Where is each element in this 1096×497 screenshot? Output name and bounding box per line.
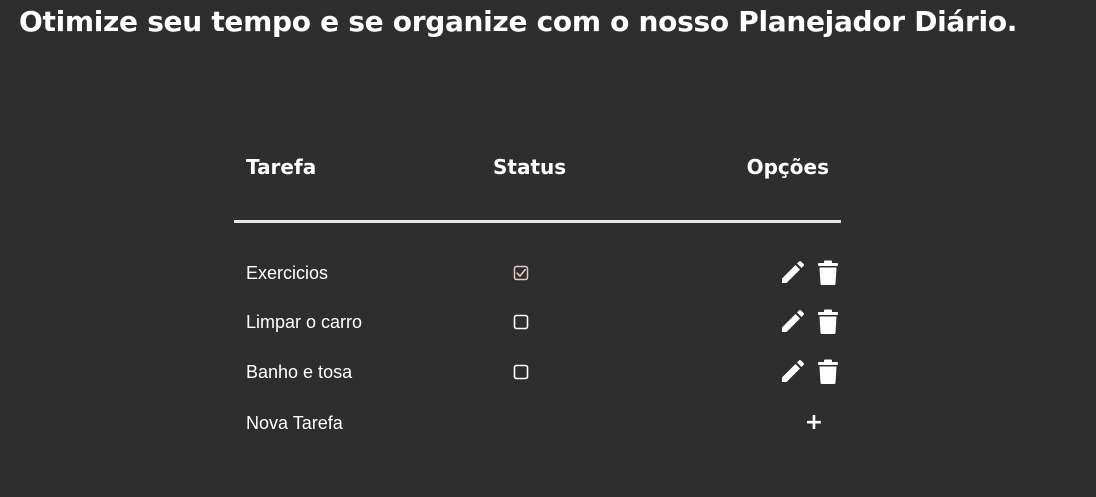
status-checkbox[interactable] bbox=[513, 364, 529, 380]
edit-button[interactable] bbox=[779, 309, 805, 335]
checkbox-checked-icon bbox=[513, 265, 529, 281]
new-task-label[interactable]: Nova Tarefa bbox=[246, 411, 343, 435]
task-row: Banho e tosa bbox=[234, 352, 841, 392]
checkbox-unchecked-icon bbox=[513, 364, 529, 380]
row-actions bbox=[779, 359, 841, 385]
task-name: Banho e tosa bbox=[246, 362, 353, 382]
trash-icon bbox=[818, 260, 838, 285]
new-task-row: Nova Tarefa + bbox=[234, 403, 841, 443]
page-title: Otimize seu tempo e se organize com o no… bbox=[19, 5, 1018, 38]
task-row: Exercicios bbox=[234, 253, 841, 293]
task-name: Exercicios bbox=[246, 263, 329, 283]
table-header: Tarefa Status Opções bbox=[234, 140, 841, 223]
header-task: Tarefa bbox=[246, 155, 317, 179]
task-planner: Tarefa Status Opções Exercicios Limpar o… bbox=[234, 140, 841, 435]
pencil-icon bbox=[782, 310, 804, 332]
task-name: Limpar o carro bbox=[246, 312, 363, 332]
add-task-button[interactable]: + bbox=[802, 409, 826, 437]
status-checkbox-checked[interactable] bbox=[513, 265, 529, 281]
header-options: Opções bbox=[746, 155, 829, 179]
row-actions bbox=[779, 260, 841, 286]
pencil-icon bbox=[782, 360, 804, 382]
delete-button[interactable] bbox=[817, 359, 839, 385]
delete-button[interactable] bbox=[817, 309, 839, 335]
row-actions bbox=[779, 309, 841, 335]
edit-button[interactable] bbox=[779, 359, 805, 385]
trash-icon bbox=[818, 359, 838, 384]
checkbox-unchecked-icon bbox=[513, 314, 529, 330]
header-status: Status bbox=[493, 155, 567, 179]
edit-button[interactable] bbox=[779, 260, 805, 286]
delete-button[interactable] bbox=[817, 260, 839, 286]
status-checkbox[interactable] bbox=[513, 314, 529, 330]
pencil-icon bbox=[782, 261, 804, 283]
plus-icon: + bbox=[804, 410, 824, 435]
trash-icon bbox=[818, 309, 838, 334]
task-row: Limpar o carro bbox=[234, 302, 841, 342]
